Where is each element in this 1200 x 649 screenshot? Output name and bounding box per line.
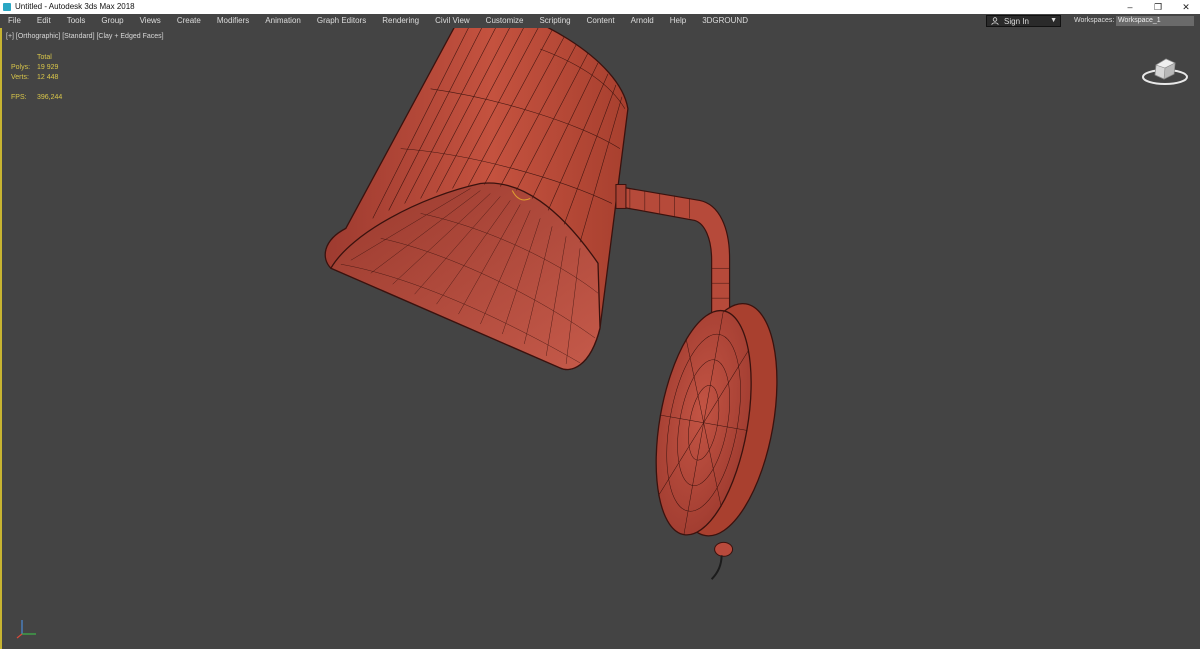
scene-model xyxy=(324,28,778,580)
lamp-arm xyxy=(615,184,731,319)
axis-tripod-icon xyxy=(16,620,36,639)
title-bar: Untitled - Autodesk 3ds Max 2018 – ❐ ✕ xyxy=(0,0,1200,14)
menu-content[interactable]: Content xyxy=(579,14,623,28)
menu-arnold[interactable]: Arnold xyxy=(623,14,662,28)
fps-label: FPS: xyxy=(11,94,27,101)
window-title: Untitled - Autodesk 3ds Max 2018 xyxy=(15,2,135,11)
menu-3dground[interactable]: 3DGROUND xyxy=(694,14,756,28)
polys-label: Polys: xyxy=(11,64,31,71)
viewcube-icon[interactable] xyxy=(1140,53,1190,88)
sign-in-dropdown[interactable]: Sign In ▼ xyxy=(986,15,1061,27)
menu-file[interactable]: File xyxy=(0,14,29,28)
menu-edit[interactable]: Edit xyxy=(29,14,59,28)
stats-header: Total xyxy=(37,54,52,61)
menu-bar: File Edit Tools Group Views Create Modif… xyxy=(0,14,1200,28)
workspace-select[interactable]: Workspace_1 xyxy=(1116,16,1194,26)
minimize-button[interactable]: – xyxy=(1116,0,1144,14)
viewport-label[interactable]: [+] [Orthographic] [Standard] [Clay + Ed… xyxy=(6,33,164,40)
menu-items: File Edit Tools Group Views Create Modif… xyxy=(0,14,756,28)
workspaces-label: Workspaces: xyxy=(1074,17,1115,24)
window-controls: – ❐ ✕ xyxy=(1116,0,1200,14)
menu-modifiers[interactable]: Modifiers xyxy=(209,14,257,28)
chevron-down-icon: ▼ xyxy=(1050,17,1057,24)
menu-rendering[interactable]: Rendering xyxy=(374,14,427,28)
app-icon xyxy=(3,3,11,11)
menu-graph-editors[interactable]: Graph Editors xyxy=(309,14,374,28)
verts-value: 12 448 xyxy=(37,74,59,81)
menu-civil-view[interactable]: Civil View xyxy=(427,14,478,28)
fps-value: 396,244 xyxy=(37,94,63,101)
restore-button[interactable]: ❐ xyxy=(1144,0,1172,14)
sign-in-label: Sign In xyxy=(1004,17,1029,26)
polys-value: 19 929 xyxy=(37,64,59,71)
verts-label: Verts: xyxy=(11,74,29,81)
menu-create[interactable]: Create xyxy=(169,14,209,28)
lamp-shade xyxy=(324,28,629,371)
menu-help[interactable]: Help xyxy=(662,14,694,28)
viewport-perspective[interactable]: [+] [Orthographic] [Standard] [Clay + Ed… xyxy=(0,28,1200,649)
menu-scripting[interactable]: Scripting xyxy=(531,14,578,28)
close-button[interactable]: ✕ xyxy=(1172,0,1200,14)
menu-customize[interactable]: Customize xyxy=(478,14,532,28)
user-icon xyxy=(991,17,999,25)
menu-animation[interactable]: Animation xyxy=(257,14,309,28)
viewport-statistics: Total Polys: 19 929 Verts: 12 448 FPS: 396,… xyxy=(11,53,62,103)
menu-tools[interactable]: Tools xyxy=(59,14,94,28)
menu-views[interactable]: Views xyxy=(132,14,169,28)
menu-group[interactable]: Group xyxy=(93,14,131,28)
lamp-base-disc xyxy=(655,302,778,580)
